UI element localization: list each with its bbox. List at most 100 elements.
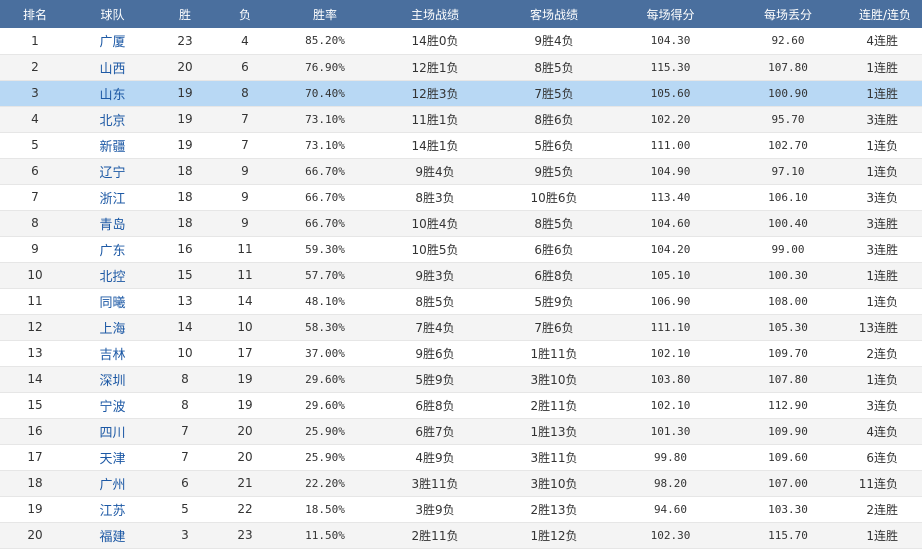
cell-team[interactable]: 山西 (70, 54, 155, 81)
cell-away-record: 6胜8负 (495, 262, 613, 289)
table-row[interactable]: 13 吉林 10 17 37.00% 9胜6负 1胜11负 102.10 109.70 2连负 (0, 340, 922, 367)
table-row[interactable]: 12 上海 14 10 58.30% 7胜4负 7胜6负 111.10 105.30 13连胜 (0, 314, 922, 341)
cell-team[interactable]: 深圳 (70, 366, 155, 393)
cell-points-for: 104.30 (613, 28, 728, 55)
table-row[interactable]: 20 福建 3 23 11.50% 2胜11负 1胜12负 102.30 115.70 1连胜 (0, 522, 922, 549)
cell-win-pct: 48.10% (275, 288, 375, 315)
cell-points-against: 92.60 (728, 28, 848, 55)
header-wins[interactable]: 胜 (155, 0, 215, 28)
table-header: 排名 球队 胜 负 胜率 主场战绩 客场战绩 每场得分 每场丢分 连胜/连负 (0, 0, 922, 28)
cell-points-against: 95.70 (728, 106, 848, 133)
cell-streak: 1连胜 (848, 80, 922, 107)
header-away-record[interactable]: 客场战绩 (495, 0, 613, 28)
cell-points-for: 111.10 (613, 314, 728, 341)
cell-away-record: 2胜11负 (495, 392, 613, 419)
cell-win-pct: 22.20% (275, 470, 375, 497)
cell-team[interactable]: 宁波 (70, 392, 155, 419)
table-row[interactable]: 7 浙江 18 9 66.70% 8胜3负 10胜6负 113.40 106.10 3连负 (0, 184, 922, 211)
header-team[interactable]: 球队 (70, 0, 155, 28)
cell-team[interactable]: 江苏 (70, 496, 155, 523)
header-rank[interactable]: 排名 (0, 0, 70, 28)
cell-points-against: 107.80 (728, 54, 848, 81)
cell-home-record: 6胜8负 (375, 392, 495, 419)
cell-team[interactable]: 青岛 (70, 210, 155, 237)
header-points-for[interactable]: 每场得分 (613, 0, 728, 28)
cell-team[interactable]: 北控 (70, 262, 155, 289)
table-row[interactable]: 9 广东 16 11 59.30% 10胜5负 6胜6负 104.20 99.00 3连胜 (0, 236, 922, 263)
cell-team[interactable]: 浙江 (70, 184, 155, 211)
table-row[interactable]: 11 同曦 13 14 48.10% 8胜5负 5胜9负 106.90 108.00 1连负 (0, 288, 922, 315)
cell-team[interactable]: 新疆 (70, 132, 155, 159)
cell-team[interactable]: 天津 (70, 444, 155, 471)
cell-away-record: 7胜6负 (495, 314, 613, 341)
table-row[interactable]: 15 宁波 8 19 29.60% 6胜8负 2胜11负 102.10 112.90 3连负 (0, 392, 922, 419)
cell-team[interactable]: 广厦 (70, 28, 155, 55)
table-row[interactable]: 2 山西 20 6 76.90% 12胜1负 8胜5负 115.30 107.80 1连胜 (0, 54, 922, 81)
cell-points-against: 103.30 (728, 496, 848, 523)
cell-team[interactable]: 吉林 (70, 340, 155, 367)
cell-losses: 23 (215, 522, 275, 549)
cell-team[interactable]: 北京 (70, 106, 155, 133)
table-row[interactable]: 1 广厦 23 4 85.20% 14胜0负 9胜4负 104.30 92.60 4连胜 (0, 28, 922, 55)
header-losses[interactable]: 负 (215, 0, 275, 28)
cell-rank: 3 (0, 80, 70, 107)
cell-team[interactable]: 山东 (70, 80, 155, 107)
cell-losses: 17 (215, 340, 275, 367)
cell-points-for: 94.60 (613, 496, 728, 523)
table-row[interactable]: 10 北控 15 11 57.70% 9胜3负 6胜8负 105.10 100.30 1连胜 (0, 262, 922, 289)
cell-home-record: 6胜7负 (375, 418, 495, 445)
cell-points-for: 103.80 (613, 366, 728, 393)
cell-streak: 1连负 (848, 158, 922, 185)
header-win-pct[interactable]: 胜率 (275, 0, 375, 28)
cell-points-for: 102.10 (613, 392, 728, 419)
cell-away-record: 1胜11负 (495, 340, 613, 367)
table-row[interactable]: 18 广州 6 21 22.20% 3胜11负 3胜10负 98.20 107.00 11连负 (0, 470, 922, 497)
cell-team[interactable]: 广州 (70, 470, 155, 497)
table-row[interactable]: 14 深圳 8 19 29.60% 5胜9负 3胜10负 103.80 107.80 1连负 (0, 366, 922, 393)
cell-losses: 7 (215, 106, 275, 133)
cell-home-record: 9胜6负 (375, 340, 495, 367)
table-row[interactable]: 19 江苏 5 22 18.50% 3胜9负 2胜13负 94.60 103.30 2连胜 (0, 496, 922, 523)
cell-away-record: 5胜6负 (495, 132, 613, 159)
cell-away-record: 8胜5负 (495, 54, 613, 81)
cell-team[interactable]: 四川 (70, 418, 155, 445)
cell-win-pct: 29.60% (275, 392, 375, 419)
cell-team[interactable]: 广东 (70, 236, 155, 263)
cell-points-against: 97.10 (728, 158, 848, 185)
cell-team[interactable]: 福建 (70, 522, 155, 549)
cell-win-pct: 85.20% (275, 28, 375, 55)
cell-away-record: 9胜5负 (495, 158, 613, 185)
cell-wins: 5 (155, 496, 215, 523)
cell-points-against: 109.60 (728, 444, 848, 471)
cell-wins: 14 (155, 314, 215, 341)
table-row[interactable]: 17 天津 7 20 25.90% 4胜9负 3胜11负 99.80 109.60 6连负 (0, 444, 922, 471)
table-row[interactable]: 16 四川 7 20 25.90% 6胜7负 1胜13负 101.30 109.90 4连负 (0, 418, 922, 445)
table-row[interactable]: 8 青岛 18 9 66.70% 10胜4负 8胜5负 104.60 100.40 3连胜 (0, 210, 922, 237)
cell-away-record: 3胜10负 (495, 366, 613, 393)
cell-points-for: 101.30 (613, 418, 728, 445)
cell-rank: 5 (0, 132, 70, 159)
cell-points-against: 109.90 (728, 418, 848, 445)
cell-home-record: 10胜5负 (375, 236, 495, 263)
header-home-record[interactable]: 主场战绩 (375, 0, 495, 28)
table-row[interactable]: 5 新疆 19 7 73.10% 14胜1负 5胜6负 111.00 102.70 1连负 (0, 132, 922, 159)
cell-team[interactable]: 同曦 (70, 288, 155, 315)
cell-team[interactable]: 上海 (70, 314, 155, 341)
cell-away-record: 5胜9负 (495, 288, 613, 315)
cell-away-record: 3胜10负 (495, 470, 613, 497)
cell-win-pct: 59.30% (275, 236, 375, 263)
cell-points-for: 105.10 (613, 262, 728, 289)
cell-rank: 8 (0, 210, 70, 237)
cell-away-record: 8胜6负 (495, 106, 613, 133)
cell-rank: 10 (0, 262, 70, 289)
table-row[interactable]: 6 辽宁 18 9 66.70% 9胜4负 9胜5负 104.90 97.10 1连负 (0, 158, 922, 185)
header-streak[interactable]: 连胜/连负 (848, 0, 922, 28)
table-row[interactable]: 3 山东 19 8 70.40% 12胜3负 7胜5负 105.60 100.90 1连胜 (0, 80, 922, 107)
header-points-against[interactable]: 每场丢分 (728, 0, 848, 28)
cell-away-record: 8胜5负 (495, 210, 613, 237)
cell-team[interactable]: 辽宁 (70, 158, 155, 185)
cell-points-against: 102.70 (728, 132, 848, 159)
table-row[interactable]: 4 北京 19 7 73.10% 11胜1负 8胜6负 102.20 95.70 3连胜 (0, 106, 922, 133)
cell-win-pct: 57.70% (275, 262, 375, 289)
cell-points-for: 104.90 (613, 158, 728, 185)
